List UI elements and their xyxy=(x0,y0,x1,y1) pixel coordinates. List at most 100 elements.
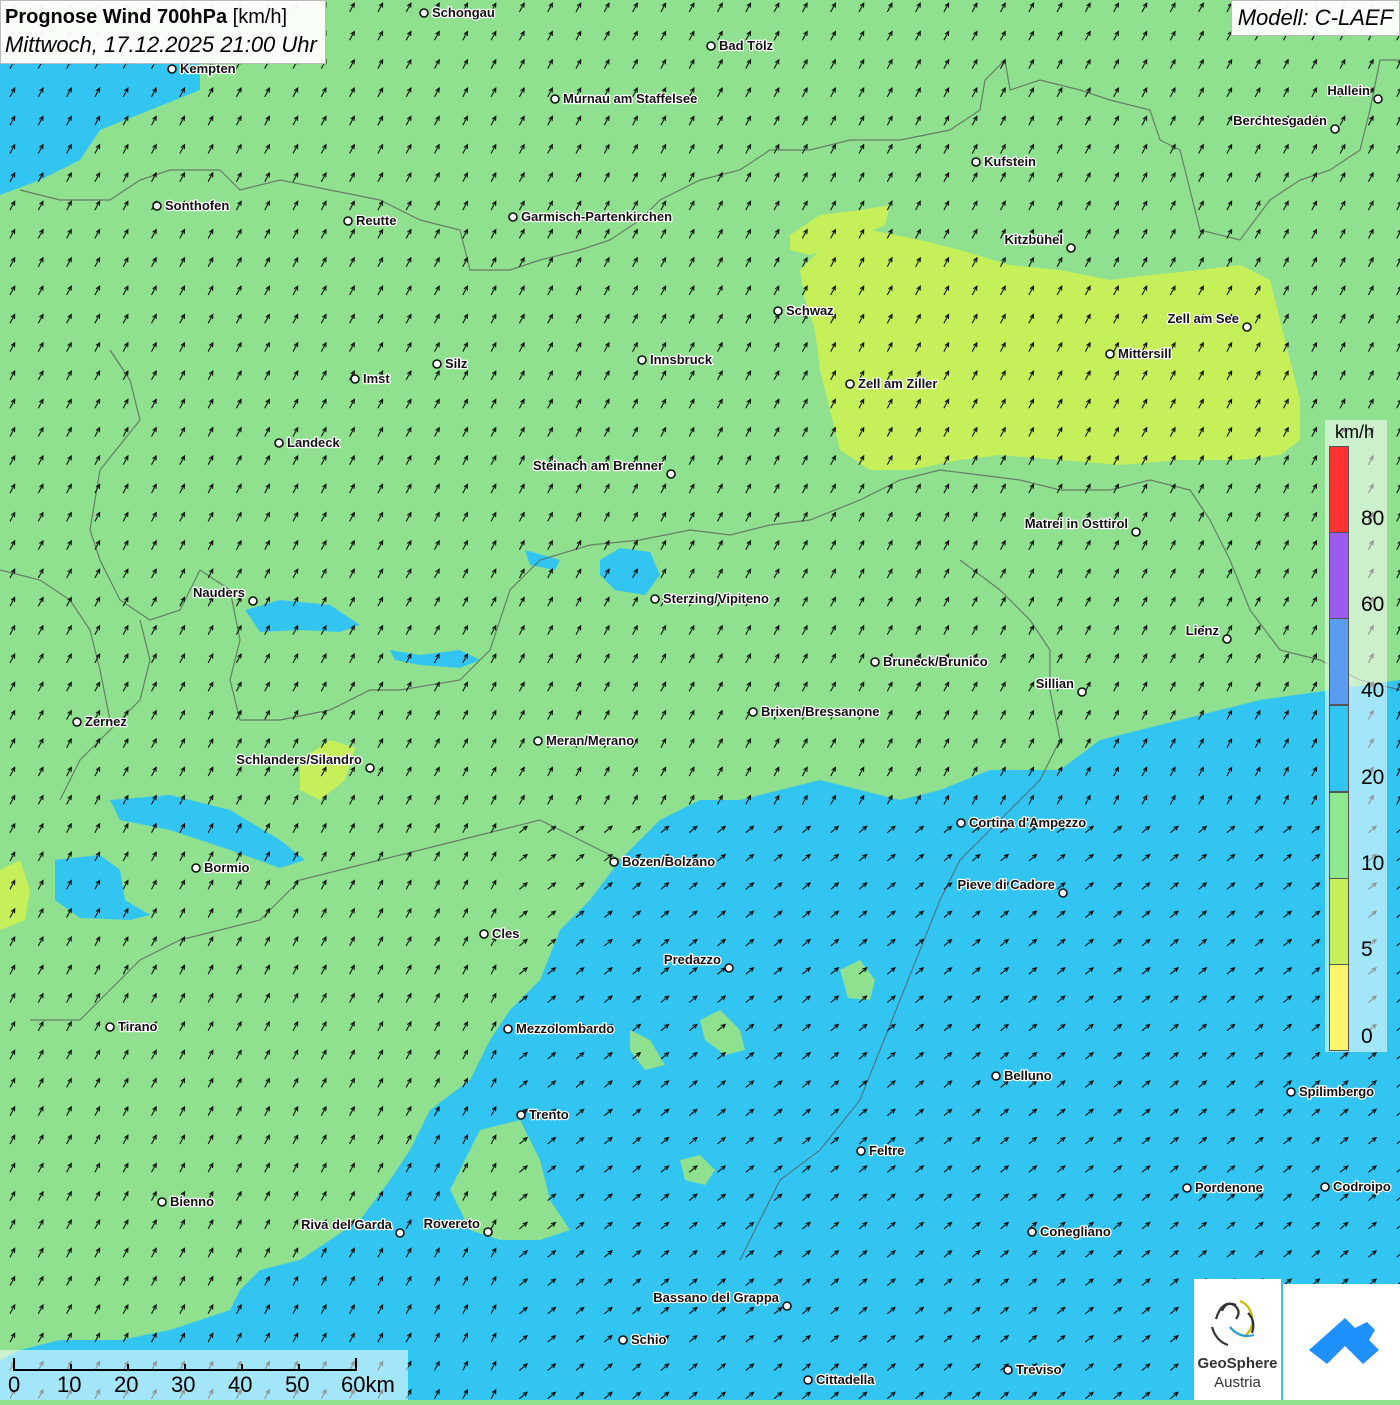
city-marker[interactable] xyxy=(274,438,284,448)
city-marker[interactable] xyxy=(365,763,375,773)
city-marker[interactable] xyxy=(152,201,162,211)
legend-tick-label: 20 xyxy=(1361,766,1385,789)
city-label: Sterzing/Vipiteno xyxy=(663,591,769,606)
city-label: Sonthofen xyxy=(165,198,229,213)
city-marker[interactable] xyxy=(1242,322,1252,332)
city-marker[interactable] xyxy=(72,717,82,727)
city-marker[interactable] xyxy=(105,1022,115,1032)
city-marker[interactable] xyxy=(1077,687,1087,697)
city-marker[interactable] xyxy=(1131,527,1141,537)
legend-swatch xyxy=(1329,792,1349,879)
city-label: Kufstein xyxy=(984,154,1036,169)
city-label: Silz xyxy=(445,356,468,371)
scale-label: 20 xyxy=(114,1372,139,1397)
city-marker[interactable] xyxy=(395,1228,405,1238)
city-label: Bormio xyxy=(204,860,250,875)
city-label: Tirano xyxy=(118,1019,158,1034)
city-label: Zernez xyxy=(85,714,127,729)
city-marker[interactable] xyxy=(508,212,518,222)
legend-swatch xyxy=(1329,878,1349,965)
city-marker[interactable] xyxy=(971,157,981,167)
city-marker[interactable] xyxy=(609,857,619,867)
city-marker[interactable] xyxy=(1105,349,1115,359)
city-marker[interactable] xyxy=(343,216,353,226)
city-marker[interactable] xyxy=(773,306,783,316)
city-label: Pieve di Cadore xyxy=(957,877,1055,892)
city-label: Lienz xyxy=(1186,623,1220,638)
city-label: Rovereto xyxy=(424,1216,480,1231)
city-marker[interactable] xyxy=(533,736,543,746)
legend-unit: km/h xyxy=(1335,422,1375,442)
city-marker[interactable] xyxy=(167,64,177,74)
city-marker[interactable] xyxy=(1373,94,1383,104)
legend-swatch xyxy=(1329,446,1349,533)
city-marker[interactable] xyxy=(1222,634,1232,644)
city-label: Cittadella xyxy=(816,1372,875,1387)
city-label: Cortina d'Ampezzo xyxy=(969,815,1086,830)
city-label: Landeck xyxy=(287,435,341,450)
city-marker[interactable] xyxy=(432,359,442,369)
city-marker[interactable] xyxy=(191,863,201,873)
city-marker[interactable] xyxy=(419,8,429,18)
geosphere-country: Austria xyxy=(1214,1374,1261,1391)
city-marker[interactable] xyxy=(803,1375,813,1385)
wind-map: SchongauBad TölzKemptenMurnau am Staffel… xyxy=(0,0,1400,1400)
city-marker[interactable] xyxy=(637,355,647,365)
map-title: Prognose Wind 700hPa [km/h] xyxy=(5,6,288,28)
city-label: Hallein xyxy=(1327,83,1370,98)
city-marker[interactable] xyxy=(1003,1365,1013,1375)
city-marker[interactable] xyxy=(618,1335,628,1345)
city-label: Bad Tölz xyxy=(719,38,774,53)
city-label: Zell am Ziller xyxy=(858,376,937,391)
legend-swatch xyxy=(1329,618,1349,705)
city-label: Bruneck/Brunico xyxy=(883,654,988,669)
city-label: Reutte xyxy=(356,213,396,228)
city-label: Cles xyxy=(492,926,519,941)
city-marker[interactable] xyxy=(516,1110,526,1120)
legend-tick-label: 10 xyxy=(1361,852,1385,875)
city-label: Bozen/Bolzano xyxy=(622,854,715,869)
geosphere-emblem-icon xyxy=(1210,1299,1255,1347)
city-label: Schongau xyxy=(432,5,495,20)
city-label: Brixen/Bressanone xyxy=(761,704,880,719)
city-marker[interactable] xyxy=(350,374,360,384)
geosphere-logo: GeoSphere Austria xyxy=(1194,1279,1281,1400)
legend-swatch xyxy=(1329,705,1349,792)
city-label: Riva del Garda xyxy=(301,1217,393,1232)
city-marker[interactable] xyxy=(666,469,676,479)
city-marker[interactable] xyxy=(1027,1227,1037,1237)
geosphere-name: GeoSphere xyxy=(1197,1355,1278,1372)
city-marker[interactable] xyxy=(157,1197,167,1207)
city-marker[interactable] xyxy=(856,1146,866,1156)
city-marker[interactable] xyxy=(650,594,660,604)
city-marker[interactable] xyxy=(503,1024,513,1034)
scale-label: 30 xyxy=(171,1372,196,1397)
city-label: Matrei in Osttirol xyxy=(1025,516,1128,531)
city-marker[interactable] xyxy=(956,818,966,828)
city-marker[interactable] xyxy=(845,379,855,389)
city-marker[interactable] xyxy=(1182,1183,1192,1193)
city-label: Kitzbühel xyxy=(1005,232,1064,247)
city-marker[interactable] xyxy=(991,1071,1001,1081)
city-marker[interactable] xyxy=(724,963,734,973)
city-marker[interactable] xyxy=(483,1227,493,1237)
city-marker[interactable] xyxy=(1320,1182,1330,1192)
city-marker[interactable] xyxy=(248,596,258,606)
city-marker[interactable] xyxy=(479,929,489,939)
city-marker[interactable] xyxy=(706,41,716,51)
city-marker[interactable] xyxy=(1066,243,1076,253)
city-marker[interactable] xyxy=(1058,888,1068,898)
city-marker[interactable] xyxy=(748,707,758,717)
legend-tick-label: 40 xyxy=(1361,679,1385,702)
city-label: Bassano del Grappa xyxy=(653,1290,779,1305)
scale-bar: 0 10 20 30 40 50 60km xyxy=(0,1350,408,1400)
legend-swatch xyxy=(1329,532,1349,619)
city-marker[interactable] xyxy=(1286,1087,1296,1097)
city-marker[interactable] xyxy=(1330,124,1340,134)
city-label: Garmisch-Partenkirchen xyxy=(521,209,672,224)
city-label: Pordenone xyxy=(1195,1180,1263,1195)
city-marker[interactable] xyxy=(550,94,560,104)
legend-swatch xyxy=(1329,964,1349,1051)
city-marker[interactable] xyxy=(782,1301,792,1311)
city-marker[interactable] xyxy=(870,657,880,667)
